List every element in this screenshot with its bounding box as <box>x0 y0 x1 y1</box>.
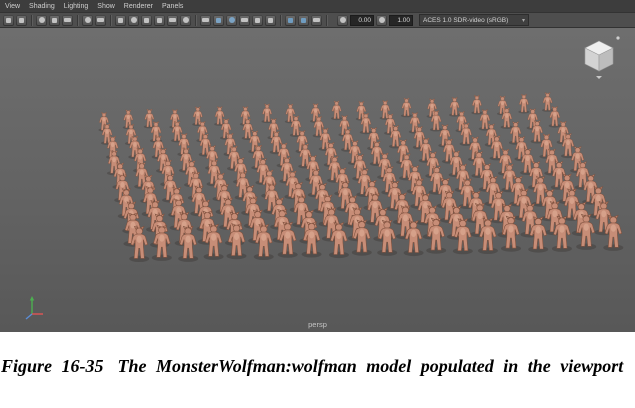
gate-mask-icon-glyph <box>144 18 149 23</box>
safe-title-icon[interactable] <box>180 15 191 26</box>
viewport[interactable]: persp <box>0 28 635 332</box>
textured-icon[interactable] <box>226 15 237 26</box>
maya-panel: View Shading Lighting Show Renderer Pane… <box>0 0 635 332</box>
2d-pan-zoom-icon[interactable] <box>82 15 93 26</box>
exposure-icon[interactable] <box>337 15 348 26</box>
view-transform-value: ACES 1.0 SDR-video (sRGB) <box>423 17 508 24</box>
wireframe-icon[interactable] <box>200 15 211 26</box>
bookmarks-icon-glyph <box>52 18 57 23</box>
toolbar-separator <box>195 15 196 26</box>
motion-blur-icon-glyph <box>288 18 293 23</box>
use-all-lights-icon-glyph <box>241 18 248 22</box>
menu-view[interactable]: View <box>5 3 20 10</box>
use-all-lights-icon[interactable] <box>239 15 250 26</box>
axis-icon <box>24 294 50 320</box>
shadows-icon[interactable] <box>252 15 263 26</box>
resolution-gate-icon-glyph <box>131 17 137 23</box>
shaded-icon[interactable] <box>213 15 224 26</box>
camera-attributes-icon-glyph <box>39 17 45 23</box>
shaded-icon-glyph <box>216 18 221 23</box>
gate-mask-icon[interactable] <box>141 15 152 26</box>
grease-pencil-icon[interactable] <box>95 15 106 26</box>
select-camera-icon-glyph <box>6 18 11 23</box>
xray-icon[interactable] <box>311 15 322 26</box>
field-chart-icon[interactable] <box>154 15 165 26</box>
toolbar-separator <box>77 15 78 26</box>
view-cube-icon <box>577 35 621 81</box>
figure-caption: Figure 16-35 The MonsterWolfman:wolfman m… <box>0 332 635 379</box>
menu-panels[interactable]: Panels <box>162 3 183 10</box>
motion-blur-icon[interactable] <box>285 15 296 26</box>
safe-title-icon-glyph <box>183 17 189 23</box>
wireframe-icon-glyph <box>202 18 209 22</box>
lock-camera-icon-glyph <box>19 18 24 23</box>
toolbar-icons <box>3 15 329 26</box>
toolbar-separator <box>280 15 281 26</box>
multisample-icon-glyph <box>301 18 306 23</box>
chevron-down-icon: ▾ <box>522 17 525 24</box>
figure-caption-text: The MonsterWolfman:wolfman model populat… <box>118 356 624 376</box>
shadows-icon-glyph <box>255 18 260 23</box>
xray-icon-glyph <box>313 18 320 22</box>
exposure-glyph <box>340 17 346 23</box>
image-plane-icon[interactable] <box>62 15 73 26</box>
multisample-icon[interactable] <box>298 15 309 26</box>
view-cube[interactable] <box>577 35 621 86</box>
resolution-gate-icon[interactable] <box>128 15 139 26</box>
panel-menubar: View Shading Lighting Show Renderer Pane… <box>0 0 635 13</box>
textured-icon-glyph <box>229 17 235 23</box>
safe-action-icon-glyph <box>169 18 176 22</box>
gamma-glyph <box>379 17 385 23</box>
figure-number: Figure 16-35 <box>1 356 104 376</box>
camera-name-label: persp <box>0 320 635 329</box>
toolbar-separator <box>31 15 32 26</box>
view-transform-dropdown[interactable]: ACES 1.0 SDR-video (sRGB) ▾ <box>419 14 529 26</box>
gamma-field[interactable]: 1.00 <box>389 15 413 26</box>
lock-camera-icon[interactable] <box>16 15 27 26</box>
menu-renderer[interactable]: Renderer <box>124 3 153 10</box>
grease-pencil-icon-glyph <box>97 18 104 22</box>
film-gate-icon-glyph <box>118 18 123 23</box>
toolbar-separator <box>110 15 111 26</box>
page: View Shading Lighting Show Renderer Pane… <box>0 0 635 408</box>
image-plane-icon-glyph <box>64 18 71 22</box>
panel-toolbar: 0.00 1.00 ACES 1.0 SDR-video (sRGB) ▾ <box>0 13 635 28</box>
select-camera-icon[interactable] <box>3 15 14 26</box>
bookmarks-icon[interactable] <box>49 15 60 26</box>
gamma-icon[interactable] <box>376 15 387 26</box>
screen-space-ao-icon-glyph <box>268 18 273 23</box>
camera-attributes-icon[interactable] <box>36 15 47 26</box>
film-gate-icon[interactable] <box>115 15 126 26</box>
toolbar-separator <box>326 15 327 26</box>
2d-pan-zoom-icon-glyph <box>85 17 91 23</box>
screen-space-ao-icon[interactable] <box>265 15 276 26</box>
menu-show[interactable]: Show <box>97 3 115 10</box>
field-chart-icon-glyph <box>157 18 162 23</box>
exposure-field[interactable]: 0.00 <box>350 15 374 26</box>
menu-shading[interactable]: Shading <box>29 3 55 10</box>
wolfman-army <box>0 28 635 332</box>
safe-action-icon[interactable] <box>167 15 178 26</box>
menu-lighting[interactable]: Lighting <box>64 3 89 10</box>
